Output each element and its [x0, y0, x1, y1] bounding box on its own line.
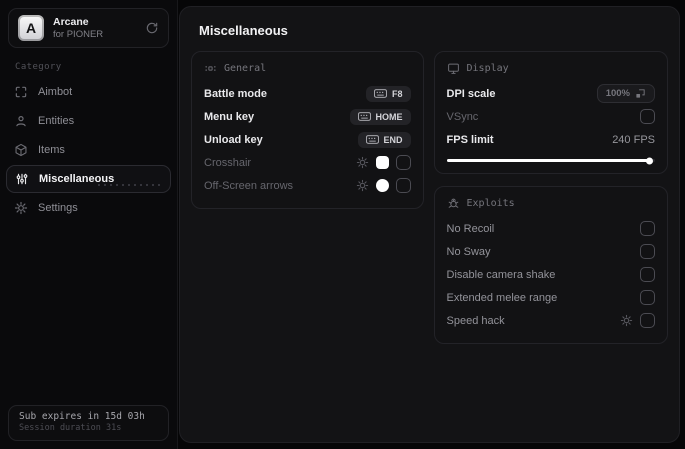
sidebar-item-items[interactable]: Items [0, 136, 177, 164]
sidebar-item-aimbot[interactable]: Aimbot [0, 78, 177, 106]
app-name: Arcane [53, 15, 89, 28]
session-duration-text: Session duration 31s [19, 423, 122, 433]
app-header-card[interactable]: A Arcane for PIONER [8, 8, 169, 48]
sidebar-item-miscellaneous[interactable]: Miscellaneous [6, 165, 171, 193]
refresh-icon[interactable] [145, 21, 159, 35]
app-subtitle: for PIONER [53, 28, 104, 40]
fps-slider-fill [446, 157, 653, 164]
page-title: Miscellaneous [199, 23, 288, 38]
sliders-icon [15, 172, 29, 186]
sidebar-item-label: Aimbot [38, 86, 73, 98]
battle-mode-label: Battle mode [204, 87, 267, 100]
viewfinder-icon [14, 85, 28, 99]
vsync-row: VSync [447, 105, 655, 128]
unload-key-row: Unload key END [204, 128, 411, 151]
extended-melee-range-checkbox[interactable] [640, 290, 655, 305]
general-grid-icon [204, 62, 217, 75]
package-icon [14, 143, 28, 157]
offscreen-arrows-row: Off-Screen arrows [204, 174, 411, 197]
battle-mode-keybind[interactable]: F8 [366, 85, 411, 102]
sub-expiry-text: Sub expires in 15d 03h [19, 411, 145, 422]
sidebar-item-label: Settings [38, 202, 78, 214]
entities-icon [14, 114, 28, 128]
offscreen-settings-gear-icon[interactable] [356, 179, 369, 192]
scale-icon [635, 88, 646, 99]
exploits-card-title: Exploits [466, 198, 515, 209]
display-card: Display DPI scale 100% VSync FPS limit 2… [433, 51, 668, 174]
fps-limit-label: FPS limit [446, 133, 494, 146]
disable-camera-shake-checkbox[interactable] [640, 267, 655, 282]
speed-hack-settings-gear-icon[interactable] [620, 314, 633, 327]
dpi-scale-label: DPI scale [446, 87, 496, 100]
menu-key-keybind[interactable]: HOME [349, 108, 411, 125]
fps-limit-value: 240 FPS [612, 133, 655, 146]
sidebar: A Arcane for PIONER Category Aimbot Enti… [0, 0, 178, 449]
gear-icon [14, 201, 28, 215]
vsync-checkbox[interactable] [640, 109, 655, 124]
offscreen-color-swatch[interactable] [375, 179, 389, 192]
offscreen-checkbox[interactable] [395, 178, 411, 193]
extended-melee-range-row: Extended melee range [447, 286, 655, 309]
menu-key-row: Menu key HOME [204, 105, 411, 128]
general-card: General Battle mode F8 Menu key HOME Unl… [191, 51, 424, 209]
dpi-scale-select[interactable]: 100% [596, 84, 655, 103]
disable-camera-shake-row: Disable camera shake [447, 263, 655, 286]
fps-limit-row: FPS limit 240 FPS [447, 128, 655, 151]
unload-key-keybind[interactable]: END [357, 131, 411, 148]
no-recoil-row: No Recoil [447, 217, 655, 240]
sidebar-item-entities[interactable]: Entities [0, 107, 177, 135]
subscription-card: Sub expires in 15d 03h Session duration … [8, 405, 169, 441]
bug-icon [447, 197, 460, 210]
monitor-icon [447, 62, 460, 75]
offscreen-arrows-label: Off-Screen arrows [204, 179, 294, 192]
fps-limit-slider[interactable] [446, 157, 655, 164]
general-card-title: General [224, 63, 267, 74]
unload-key-label: Unload key [204, 133, 263, 146]
no-sway-checkbox[interactable] [640, 244, 655, 259]
speed-hack-label: Speed hack [446, 314, 505, 327]
keyboard-icon [357, 112, 371, 121]
speed-hack-row: Speed hack [447, 309, 655, 332]
disable-camera-shake-label: Disable camera shake [446, 268, 556, 281]
exploits-card: Exploits No Recoil No Sway Disable camer… [433, 186, 668, 344]
no-recoil-checkbox[interactable] [640, 221, 655, 236]
keyboard-icon [365, 135, 379, 144]
no-recoil-label: No Recoil [446, 222, 495, 235]
sidebar-item-settings[interactable]: Settings [0, 194, 177, 222]
app-logo: A [18, 15, 44, 41]
crosshair-checkbox[interactable] [395, 155, 411, 170]
dots-decoration [96, 182, 162, 189]
crosshair-row: Crosshair [204, 151, 411, 174]
fps-slider-thumb[interactable] [645, 157, 653, 164]
extended-melee-range-label: Extended melee range [446, 291, 558, 304]
menu-key-label: Menu key [204, 110, 255, 123]
battle-mode-row: Battle mode F8 [204, 82, 411, 105]
sidebar-item-label: Entities [38, 115, 75, 127]
keyboard-icon [374, 89, 387, 98]
crosshair-color-swatch[interactable] [375, 156, 389, 169]
no-sway-row: No Sway [447, 240, 655, 263]
dpi-scale-row: DPI scale 100% [447, 82, 655, 105]
category-label: Category [15, 62, 62, 72]
crosshair-settings-gear-icon[interactable] [356, 156, 369, 169]
no-sway-label: No Sway [446, 245, 491, 258]
crosshair-label: Crosshair [204, 156, 252, 169]
sidebar-item-label: Items [38, 144, 65, 156]
speed-hack-checkbox[interactable] [640, 313, 655, 328]
vsync-label: VSync [446, 110, 479, 123]
main-panel: Miscellaneous General Battle mode F8 Men… [179, 6, 680, 443]
display-card-title: Display [466, 63, 509, 74]
